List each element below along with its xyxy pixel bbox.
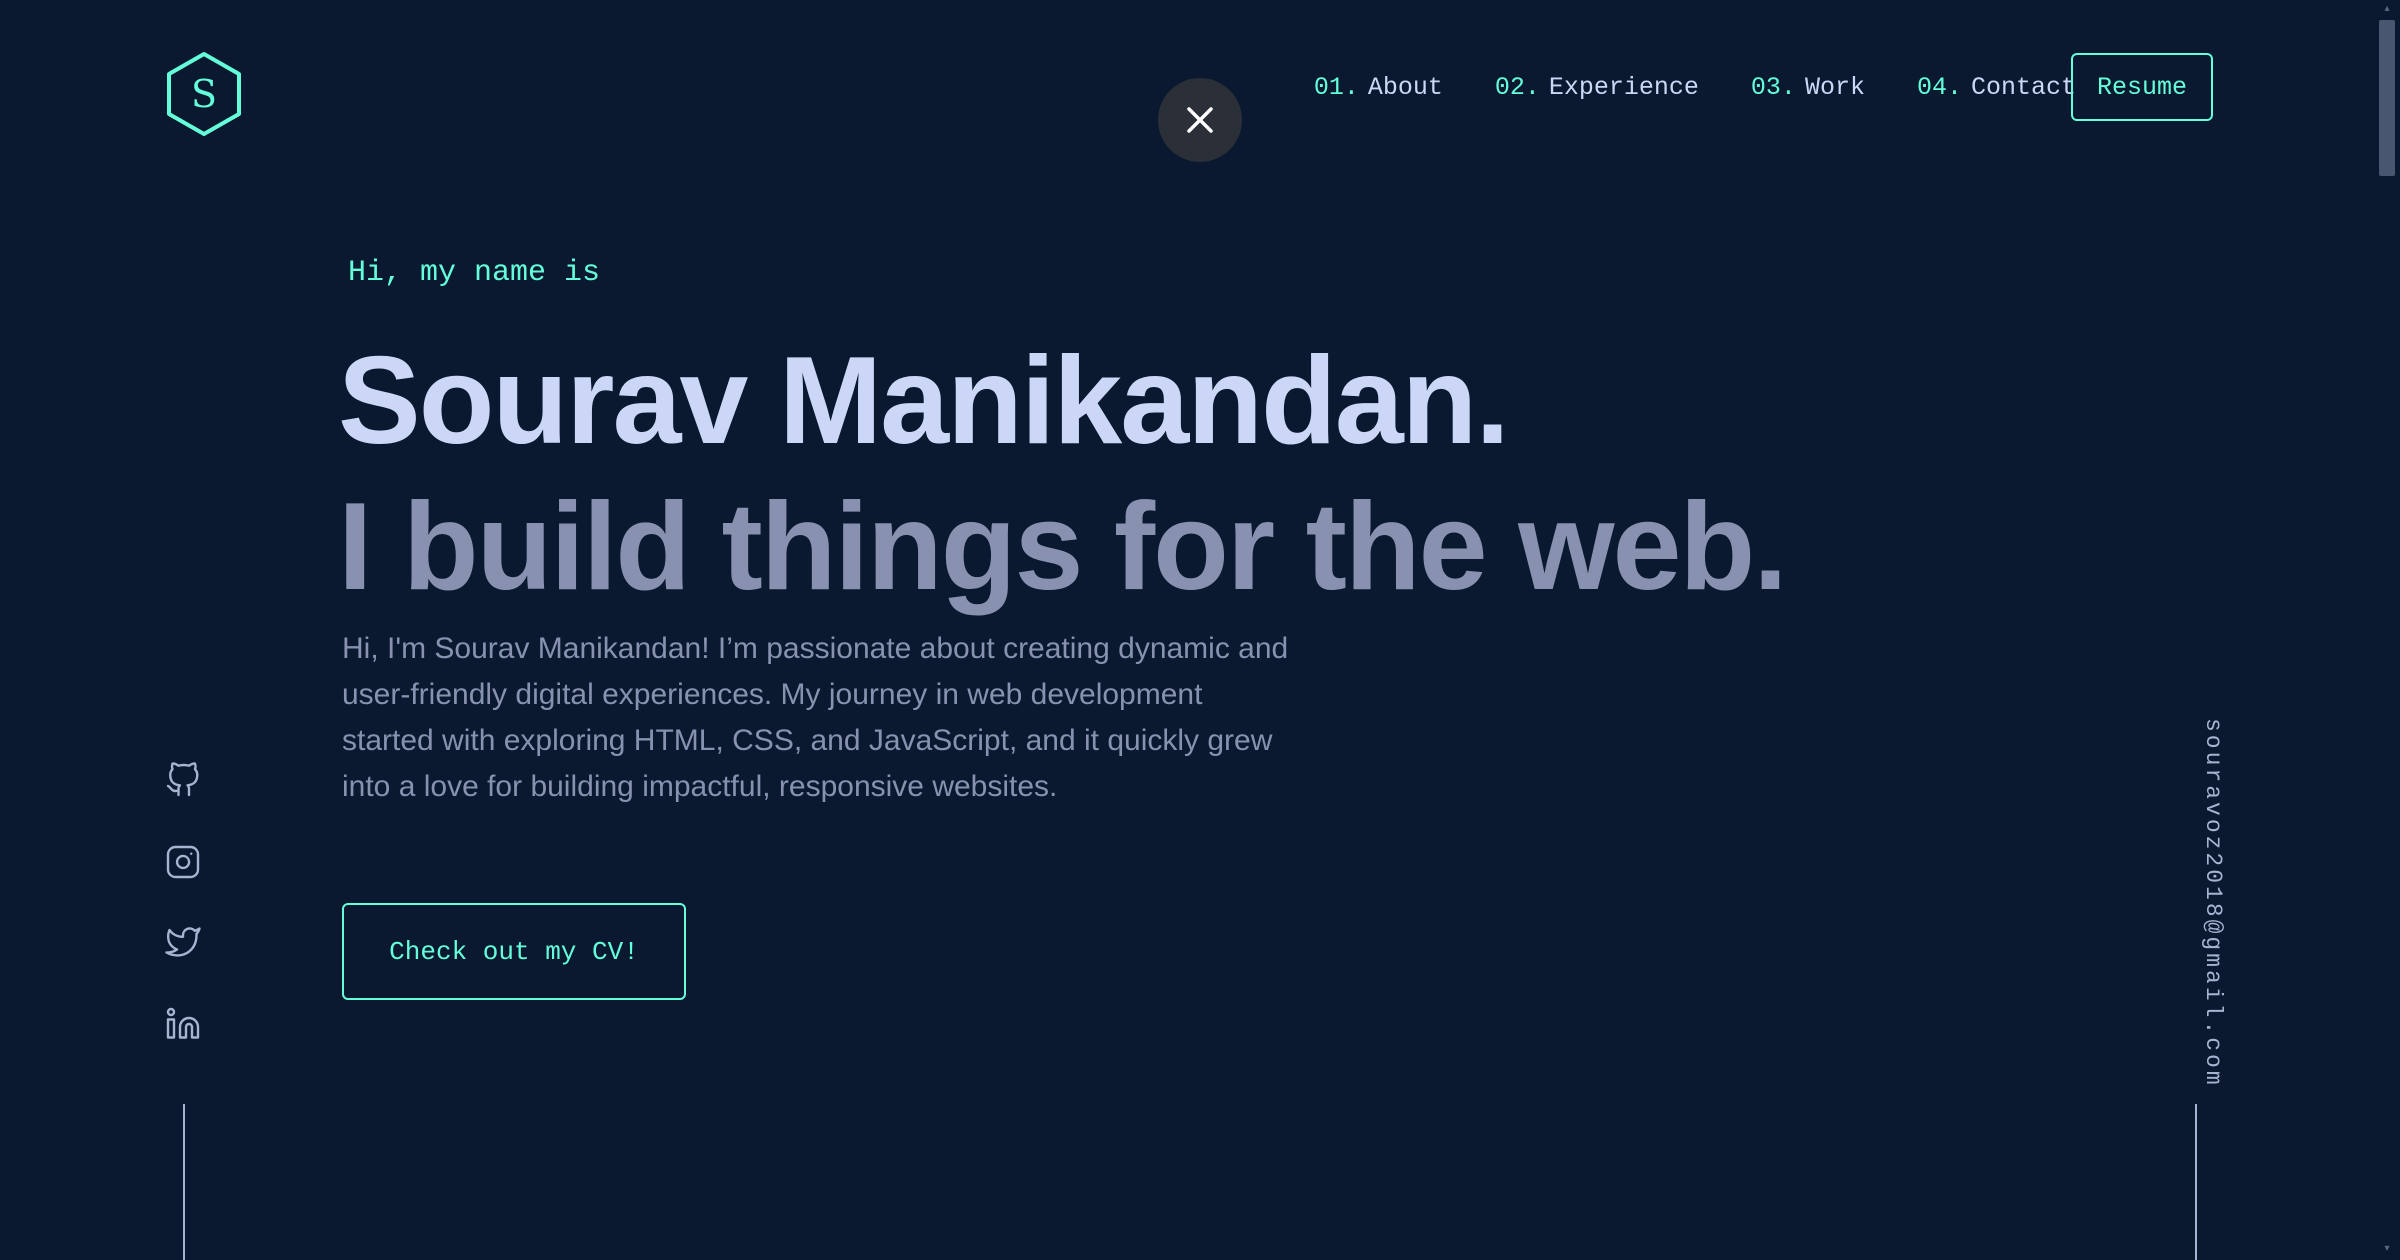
close-button[interactable] xyxy=(1158,78,1242,162)
nav-number: 04. xyxy=(1916,72,1962,102)
check-cv-button[interactable]: Check out my CV! xyxy=(342,903,686,1000)
github-icon[interactable] xyxy=(165,762,201,798)
resume-button[interactable]: Resume xyxy=(2071,53,2213,121)
nav-label: Contact xyxy=(1970,72,2076,102)
logo-hexagon[interactable]: S xyxy=(165,51,243,137)
nav-number: 01. xyxy=(1313,72,1359,102)
scrollbar-thumb[interactable] xyxy=(2379,20,2395,176)
scroll-down-arrow[interactable]: ▾ xyxy=(2382,1244,2392,1254)
linkedin-icon[interactable] xyxy=(165,1006,201,1042)
nav-label: Work xyxy=(1804,72,1865,102)
close-icon xyxy=(1187,107,1213,133)
main-nav: 01. About 02. Experience 03. Work 04. Contac… xyxy=(1314,70,2076,104)
nav-number: 03. xyxy=(1750,72,1796,102)
left-divider-line xyxy=(183,1104,185,1260)
nav-number: 02. xyxy=(1494,72,1540,102)
nav-link-contact[interactable]: 04. Contact xyxy=(1917,73,2076,102)
nav-label: Experience xyxy=(1548,72,1699,102)
hero-greeting: Hi, my name is xyxy=(348,256,601,290)
hero-name: Sourav Manikandan. xyxy=(338,332,1510,470)
nav-link-about[interactable]: 01. About xyxy=(1314,73,1443,102)
instagram-icon[interactable] xyxy=(165,844,201,880)
hero-tagline: I build things for the web. xyxy=(338,478,1788,616)
nav-label: About xyxy=(1367,72,1443,102)
logo-letter: S xyxy=(191,72,217,116)
right-divider-line xyxy=(2195,1104,2197,1260)
hero-bio: Hi, I'm Sourav Manikandan! I’m passionat… xyxy=(342,632,1289,803)
twitter-icon[interactable] xyxy=(165,924,201,960)
email-link[interactable]: souravoz2018@gmail.com xyxy=(2166,718,2226,1088)
nav-link-work[interactable]: 03. Work xyxy=(1751,73,1865,102)
hexagon-icon: S xyxy=(167,52,241,136)
scrollbar[interactable]: ▴ ▾ xyxy=(2374,0,2400,1260)
scroll-up-arrow[interactable]: ▴ xyxy=(2382,4,2392,14)
nav-link-experience[interactable]: 02. Experience xyxy=(1495,73,1699,102)
